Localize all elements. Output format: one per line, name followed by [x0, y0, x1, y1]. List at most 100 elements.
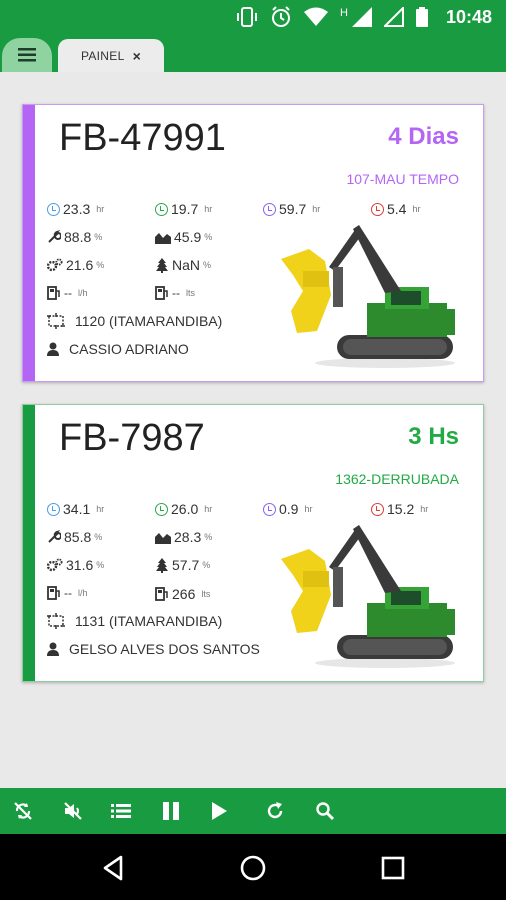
machine-id: FB-47991 [59, 117, 226, 159]
location-text: 1120 (ITAMARANDIBA) [75, 313, 223, 329]
timer-value: 0.9 [279, 501, 299, 517]
timer-value: 15.2 [387, 501, 415, 517]
clock-blue-icon [47, 502, 60, 516]
operator-line: CASSIO ADRIANO [47, 341, 189, 357]
fuel-rate-unit: l/h [78, 288, 88, 298]
wifi-icon [304, 7, 328, 26]
site-icon [47, 313, 65, 329]
timer-value: 19.7 [171, 201, 199, 217]
pause-icon[interactable] [160, 800, 182, 822]
fuel-total-value: -- [172, 286, 180, 300]
tree-value: 57.7 [172, 557, 200, 573]
tree-unit: % [202, 560, 211, 570]
signal-empty-icon [383, 7, 404, 27]
clock-green-icon [155, 502, 168, 516]
timer-unit: hr [312, 204, 321, 214]
fuel-total-unit: lts [201, 589, 211, 599]
area-chart-icon [155, 532, 171, 544]
hamburger-icon [18, 48, 36, 62]
timer-value: 23.3 [63, 201, 91, 217]
alarm-icon [272, 6, 290, 27]
fuel-pump-icon [155, 587, 168, 601]
fuel-total-value: 266 [172, 586, 196, 602]
fuel-rate-value: -- [64, 586, 72, 600]
timer-unit: hr [96, 204, 105, 214]
fuel-rate-value: -- [64, 286, 72, 300]
timer-value: 59.7 [279, 201, 307, 217]
battery-icon [415, 7, 428, 27]
clock-purple-icon [263, 202, 276, 216]
clock-red-icon [371, 502, 384, 516]
timer-value: 26.0 [171, 501, 199, 517]
wrench-value: 85.8 [64, 529, 92, 545]
machine-card[interactable]: FB-7987 3 Hs 1362-DERRUBADA 34.1 hr 26.0 h… [22, 404, 484, 682]
tree-unit: % [203, 260, 212, 270]
chart-unit: % [204, 532, 213, 542]
timer-unit: hr [204, 504, 213, 514]
recents-icon[interactable] [378, 853, 408, 883]
clock-green-icon [155, 202, 168, 216]
feller-buncher-image [281, 225, 455, 368]
machine-id: FB-7987 [59, 417, 205, 459]
bottom-toolbar [0, 788, 506, 834]
location-line: 1131 (ITAMARANDIBA) [47, 613, 222, 629]
timer-unit: hr [412, 204, 421, 214]
site-icon [47, 613, 65, 629]
back-icon[interactable] [99, 853, 129, 883]
system-nav-bar [0, 834, 506, 900]
signal-icon [351, 7, 372, 27]
fuel-pump-icon [155, 286, 168, 300]
gears-unit: % [96, 560, 105, 570]
mute-icon[interactable] [62, 800, 84, 822]
timer-unit: hr [304, 504, 313, 514]
status-time: 10:48 [445, 6, 492, 27]
gears-unit: % [96, 260, 105, 270]
tree-value: NaN [172, 257, 201, 273]
refresh-icon[interactable] [264, 800, 286, 822]
sync-disabled-icon[interactable] [12, 800, 34, 822]
status-duration: 4 Dias [388, 123, 459, 150]
user-icon [47, 642, 59, 656]
operator-name: CASSIO ADRIANO [69, 341, 189, 357]
wrench-icon [48, 230, 61, 243]
timer-unit: hr [96, 504, 105, 514]
search-icon[interactable] [314, 800, 336, 822]
location-line: 1120 (ITAMARANDIBA) [47, 313, 222, 329]
wrench-value: 88.8 [64, 229, 92, 245]
timers-row: 34.1 hr 26.0 hr 0.9 hr 15.2 hr [23, 501, 483, 521]
timer-value: 5.4 [387, 201, 407, 217]
operator-name: GELSO ALVES DOS SANTOS [69, 641, 260, 657]
gears-value: 21.6 [66, 257, 94, 273]
wrench-unit: % [94, 232, 103, 242]
activity-code: 1362-DERRUBADA [335, 471, 459, 487]
tree-icon [156, 557, 168, 573]
home-icon[interactable] [238, 853, 268, 883]
gears-icon [47, 558, 63, 572]
tab-painel[interactable]: PAINEL × [58, 39, 164, 72]
feller-buncher-image [281, 525, 455, 668]
list-icon[interactable] [110, 800, 132, 822]
chart-value: 28.3 [174, 529, 202, 545]
fuel-pump-icon [47, 286, 60, 300]
chart-unit: % [204, 232, 213, 242]
fuel-pump-icon [47, 586, 60, 600]
status-duration: 3 Hs [408, 423, 459, 450]
timer-value: 34.1 [63, 501, 91, 517]
clock-red-icon [371, 202, 384, 216]
wrench-icon [48, 530, 61, 543]
activity-code: 107-MAU TEMPO [346, 171, 459, 187]
clock-purple-icon [263, 502, 276, 516]
timer-unit: hr [420, 504, 429, 514]
tab-close-icon[interactable]: × [133, 48, 141, 64]
tree-icon [156, 257, 168, 273]
menu-button[interactable] [2, 38, 52, 72]
fuel-rate-unit: l/h [78, 588, 88, 598]
gears-icon [47, 258, 63, 272]
status-bar: H 10:48 [0, 0, 506, 34]
operator-line: GELSO ALVES DOS SANTOS [47, 641, 260, 657]
location-text: 1131 (ITAMARANDIBA) [75, 613, 223, 629]
play-icon[interactable] [208, 800, 230, 822]
machine-card[interactable]: FB-47991 4 Dias 107-MAU TEMPO 23.3 hr 19.… [22, 104, 484, 382]
tab-label: PAINEL [80, 48, 125, 63]
network-type-label: H [340, 7, 348, 19]
